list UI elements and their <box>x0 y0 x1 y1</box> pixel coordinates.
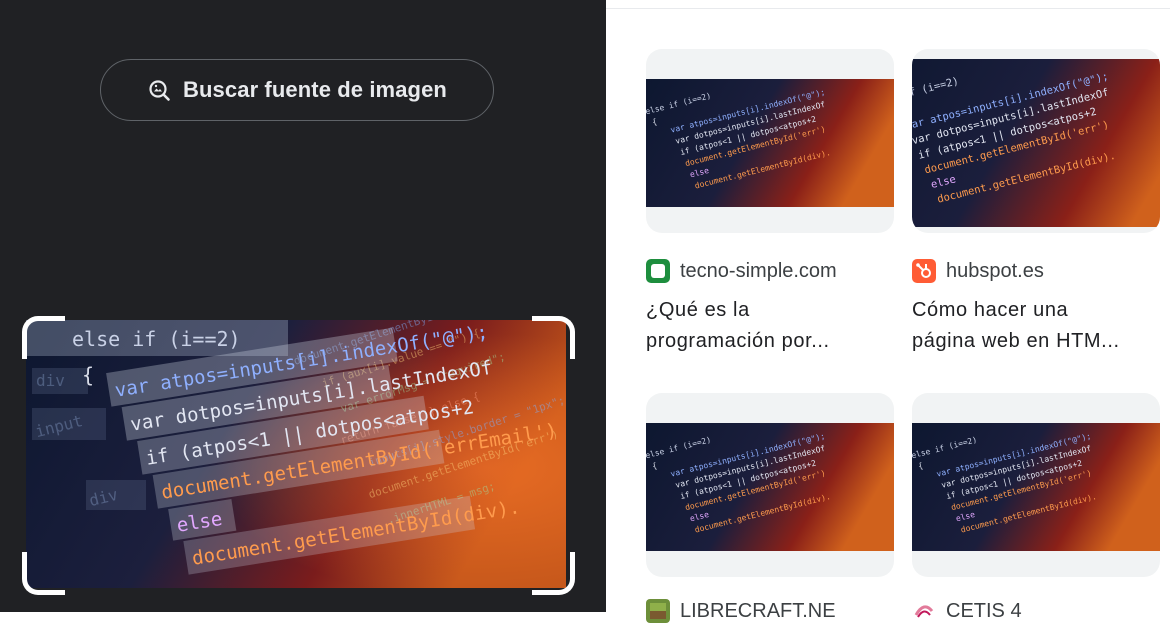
selected-image[interactable]: document.getElementById(nome).value == i… <box>26 320 566 588</box>
bg-word: div <box>36 371 65 390</box>
result-source[interactable]: LIBRECRAFT.NE <box>646 599 894 623</box>
result-card[interactable]: else if (i==2) { var atpos=inputs[i].ind… <box>912 49 1160 357</box>
result-site: tecno-simple.com <box>680 259 837 282</box>
crop-handle-bottom-left[interactable] <box>22 552 65 595</box>
thumbnail-image: else if (i==2) { var atpos=inputs[i].ind… <box>912 59 1160 227</box>
code-line: else if (i==2) <box>72 327 241 351</box>
crop-handle-top-right[interactable] <box>532 316 575 359</box>
result-title-line: Cómo hacer una <box>912 299 1069 321</box>
result-card[interactable]: else if (i==2) { var atpos=inputs[i].ind… <box>912 393 1160 623</box>
result-thumbnail[interactable]: else if (i==2) { var atpos=inputs[i].ind… <box>646 49 894 233</box>
result-title[interactable]: ¿Qué es la programación por... <box>646 295 894 357</box>
hubspot-favicon-icon <box>912 259 936 283</box>
image-search-icon <box>147 78 171 102</box>
result-thumbnail[interactable]: else if (i==2) { var atpos=inputs[i].ind… <box>912 49 1160 233</box>
result-site: CETIS 4 <box>946 599 1022 622</box>
result-thumbnail[interactable]: else if (i==2) { var atpos=inputs[i].ind… <box>912 393 1160 577</box>
result-source[interactable]: CETIS 4 <box>912 599 1160 623</box>
result-title-line: página web en HTM... <box>912 330 1120 352</box>
tecno-simple-favicon-icon <box>646 259 670 283</box>
result-title[interactable]: Cómo hacer una página web en HTM... <box>912 295 1160 357</box>
divider <box>606 8 1170 9</box>
result-source[interactable]: hubspot.es <box>912 259 1160 283</box>
search-image-source-label: Buscar fuente de imagen <box>183 77 447 102</box>
thumbnail-image: else if (i==2) { var atpos=inputs[i].ind… <box>646 79 894 207</box>
crop-handle-bottom-right[interactable] <box>532 552 575 595</box>
crop-handle-top-left[interactable] <box>22 316 65 359</box>
librecraft-favicon-icon <box>646 599 670 623</box>
result-card[interactable]: else if (i==2) { var atpos=inputs[i].ind… <box>646 393 894 623</box>
result-thumbnail[interactable]: else if (i==2) { var atpos=inputs[i].ind… <box>646 393 894 577</box>
result-site: LIBRECRAFT.NE <box>680 599 836 622</box>
result-title-line: programación por... <box>646 330 830 352</box>
thumbnail-image: else if (i==2) { var atpos=inputs[i].ind… <box>912 423 1160 551</box>
search-image-source-button[interactable]: Buscar fuente de imagen <box>100 59 494 121</box>
result-source[interactable]: tecno-simple.com <box>646 259 894 283</box>
result-title-line: ¿Qué es la <box>646 299 750 321</box>
cetis-favicon-icon <box>912 599 936 623</box>
result-site: hubspot.es <box>946 259 1044 282</box>
result-card[interactable]: else if (i==2) { var atpos=inputs[i].ind… <box>646 49 894 357</box>
thumbnail-image: else if (i==2) { var atpos=inputs[i].ind… <box>646 423 894 551</box>
code-line: { <box>82 363 94 387</box>
